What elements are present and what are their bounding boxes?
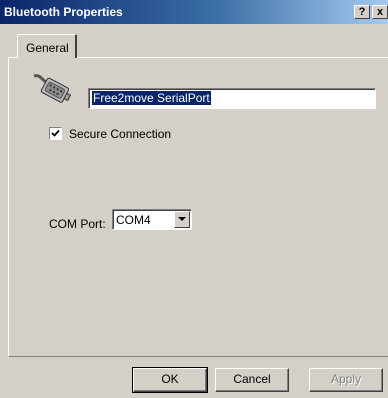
secure-connection-checkbox[interactable] — [49, 127, 62, 140]
close-button[interactable]: x — [372, 5, 388, 19]
com-port-dropdown-button[interactable] — [174, 211, 190, 228]
checkmark-icon — [51, 129, 60, 137]
secure-connection-label[interactable]: Secure Connection — [69, 127, 171, 141]
device-name-field[interactable]: Free2move SerialPort — [88, 88, 376, 109]
ok-button[interactable]: OK — [132, 367, 208, 393]
serial-port-icon — [32, 72, 74, 108]
cancel-button[interactable]: Cancel — [215, 368, 289, 392]
chevron-down-icon — [178, 217, 186, 221]
title-bar[interactable]: Bluetooth Properties ? x — [0, 0, 388, 24]
com-port-label: COM Port: — [49, 217, 106, 231]
help-button[interactable]: ? — [354, 5, 370, 19]
apply-button[interactable]: Apply — [309, 368, 383, 392]
com-port-value: COM4 — [116, 213, 151, 227]
tab-general[interactable]: General — [17, 34, 77, 58]
device-name-text: Free2move SerialPort — [92, 91, 211, 105]
tab-general-label: General — [26, 41, 69, 55]
com-port-select[interactable]: COM4 — [112, 209, 192, 230]
window-title: Bluetooth Properties — [4, 5, 123, 19]
